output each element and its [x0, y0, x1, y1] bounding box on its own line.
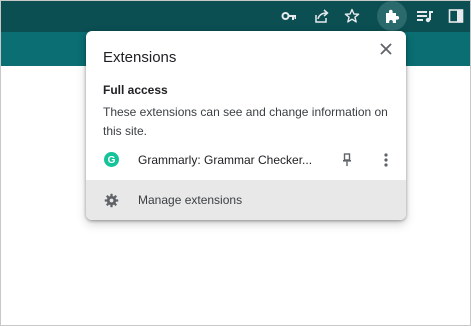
svg-text:G: G [108, 155, 116, 166]
gear-icon [104, 193, 119, 208]
extensions-popup: Extensions Full access These extensions … [86, 31, 406, 220]
browser-toolbar [0, 0, 471, 32]
full-access-heading: Full access [103, 83, 168, 97]
full-access-description: These extensions can see and change info… [103, 105, 388, 138]
reading-list-icon[interactable] [413, 4, 437, 28]
extension-row-grammarly[interactable]: G Grammarly: Grammar Checker... [86, 145, 406, 175]
close-button[interactable] [374, 37, 398, 61]
pin-button[interactable] [337, 149, 357, 171]
more-options-button[interactable] [377, 149, 395, 171]
pin-icon [343, 153, 351, 167]
side-panel-icon[interactable] [444, 4, 468, 28]
key-icon[interactable] [277, 4, 301, 28]
grammarly-icon: G [104, 152, 119, 167]
extensions-puzzle-icon[interactable] [377, 1, 407, 31]
star-icon[interactable] [340, 4, 364, 28]
share-icon[interactable] [309, 4, 333, 28]
manage-extensions-label: Manage extensions [138, 193, 243, 207]
popup-title: Extensions [103, 49, 177, 66]
extension-name: Grammarly: Grammar Checker... [138, 153, 313, 167]
close-icon [380, 43, 392, 55]
manage-extensions-button[interactable]: Manage extensions [86, 180, 406, 220]
more-vert-icon [384, 153, 388, 167]
